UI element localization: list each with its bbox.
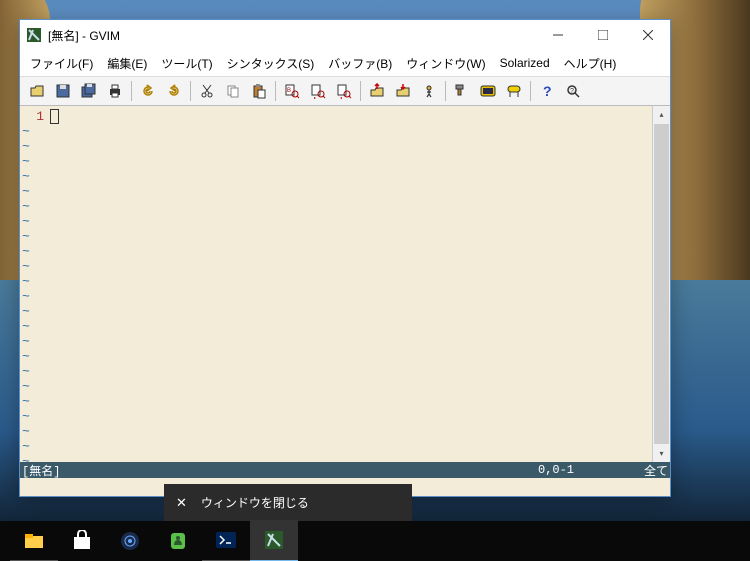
- cut-icon[interactable]: [195, 79, 219, 103]
- paste-icon[interactable]: [247, 79, 271, 103]
- print-icon[interactable]: [103, 79, 127, 103]
- taskbar-file-explorer[interactable]: [10, 520, 58, 561]
- tooltip-label: ウィンドウを閉じる: [201, 494, 309, 511]
- editor-area[interactable]: ~~~~~~~~~~~~~~~~~~~~~~~~~ 1 ▴ ▾: [20, 106, 670, 462]
- scroll-thumb[interactable]: [654, 124, 669, 444]
- menu-tools[interactable]: ツール(T): [155, 53, 218, 74]
- text-area[interactable]: [50, 106, 652, 462]
- maximize-button[interactable]: [580, 20, 625, 50]
- redo-icon[interactable]: [162, 79, 186, 103]
- save-session-icon[interactable]: [391, 79, 415, 103]
- taskbar[interactable]: [0, 521, 750, 561]
- save-icon[interactable]: [51, 79, 75, 103]
- menu-syntax[interactable]: シンタックス(S): [221, 53, 321, 74]
- close-icon[interactable]: ✕: [176, 495, 187, 511]
- menu-solarized[interactable]: Solarized: [494, 54, 556, 72]
- taskbar-store[interactable]: [58, 521, 106, 561]
- close-button[interactable]: [625, 20, 670, 50]
- taskbar-start[interactable]: [0, 521, 10, 561]
- menubar: ファイル(F) 編集(E) ツール(T) シンタックス(S) バッファ(B) ウ…: [20, 50, 670, 76]
- toolbar: B ? ?: [20, 76, 670, 106]
- gvim-icon: [26, 27, 42, 43]
- minimize-button[interactable]: [535, 20, 580, 50]
- menu-file[interactable]: ファイル(F): [24, 53, 99, 74]
- find-replace-icon[interactable]: B: [280, 79, 304, 103]
- status-position: 0,0-1: [538, 463, 628, 477]
- status-bar: [無名] 0,0-1 全て: [20, 462, 670, 478]
- desktop: [無名] - GVIM ファイル(F) 編集(E) ツール(T) シンタックス(…: [0, 0, 750, 561]
- tilde-column: ~~~~~~~~~~~~~~~~~~~~~~~~~: [22, 124, 30, 462]
- copy-icon[interactable]: [221, 79, 245, 103]
- ctags-icon[interactable]: [502, 79, 526, 103]
- status-percent: 全て: [628, 462, 668, 479]
- menu-buffer[interactable]: バッファ(B): [322, 53, 398, 74]
- titlebar[interactable]: [無名] - GVIM: [20, 20, 670, 50]
- help-icon[interactable]: ?: [535, 79, 559, 103]
- shell-icon[interactable]: [476, 79, 500, 103]
- taskbar-gvim[interactable]: [250, 520, 298, 561]
- open-icon[interactable]: [25, 79, 49, 103]
- undo-icon[interactable]: [136, 79, 160, 103]
- window-title: [無名] - GVIM: [48, 27, 535, 44]
- menu-edit[interactable]: 編集(E): [101, 53, 153, 74]
- menu-help[interactable]: ヘルプ(H): [558, 53, 623, 74]
- find-next-icon[interactable]: [306, 79, 330, 103]
- status-filename: [無名]: [22, 462, 538, 479]
- cursor: [50, 109, 59, 124]
- taskbar-tooltip: ✕ ウィンドウを閉じる: [164, 484, 412, 521]
- make-icon[interactable]: [450, 79, 474, 103]
- svg-text:?: ?: [543, 83, 552, 99]
- save-all-icon[interactable]: [77, 79, 101, 103]
- scroll-up-icon[interactable]: ▴: [653, 106, 670, 123]
- load-session-icon[interactable]: [365, 79, 389, 103]
- line-number-1: 1: [20, 109, 44, 124]
- vertical-scrollbar[interactable]: ▴ ▾: [652, 106, 670, 462]
- run-script-icon[interactable]: [417, 79, 441, 103]
- find-help-icon[interactable]: ?: [561, 79, 585, 103]
- scroll-down-icon[interactable]: ▾: [653, 445, 670, 462]
- taskbar-powershell[interactable]: [202, 520, 250, 561]
- find-prev-icon[interactable]: [332, 79, 356, 103]
- taskbar-evernote[interactable]: [154, 521, 202, 561]
- taskbar-camera-app[interactable]: [106, 521, 154, 561]
- svg-text:B: B: [287, 88, 291, 94]
- svg-text:?: ?: [570, 88, 574, 95]
- gvim-window: [無名] - GVIM ファイル(F) 編集(E) ツール(T) シンタックス(…: [19, 19, 671, 497]
- menu-window[interactable]: ウィンドウ(W): [400, 53, 491, 74]
